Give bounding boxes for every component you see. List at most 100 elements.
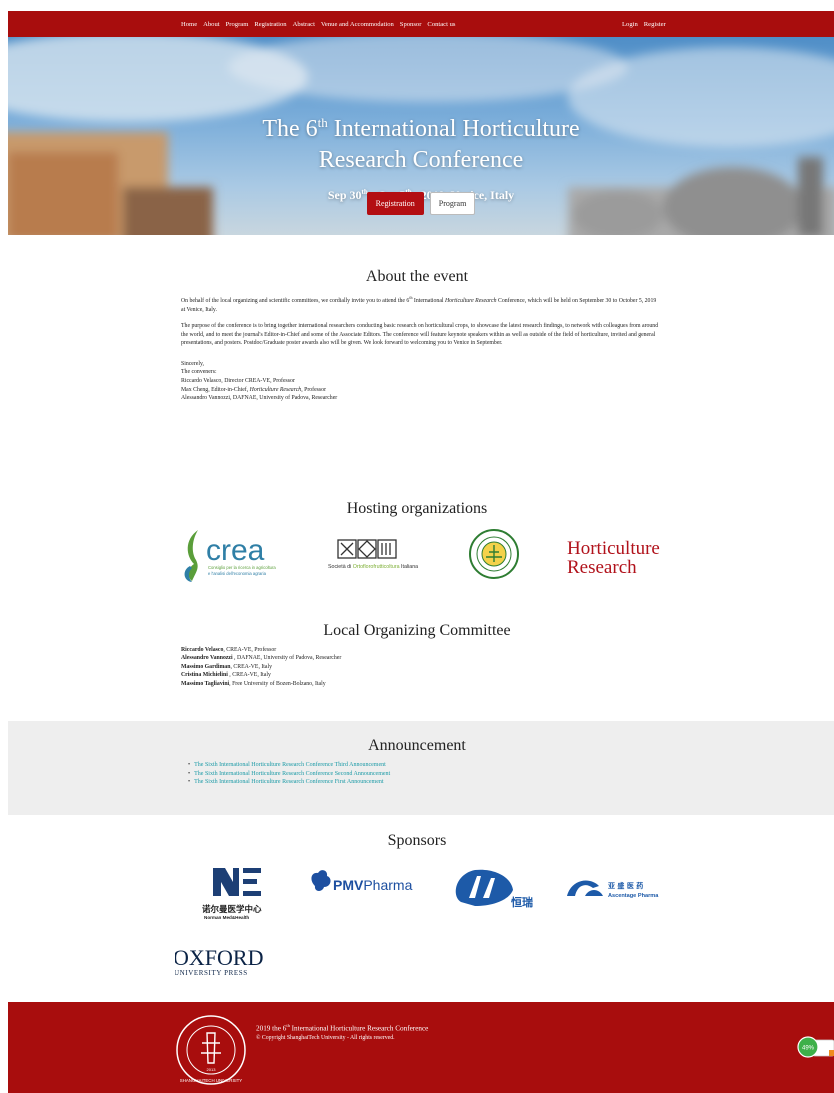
convener-3: Alessandro Vannozzi, DAFNAE, University … — [181, 395, 338, 402]
seal-tower-icon — [201, 1032, 221, 1064]
hengrui-emblem-icon — [455, 869, 513, 906]
soi-logo[interactable]: Società di Ortoflorofrutticoltura Italia… — [328, 539, 418, 570]
about-text: On behalf of the local organizing and sc… — [181, 297, 410, 304]
crea-wordmark: crea — [206, 534, 265, 567]
member-name: Cristina Michielini — [181, 672, 228, 679]
committee-member: Massimo Tagliavini, Free University of B… — [181, 680, 341, 688]
nav-sponsor[interactable]: Sponsor — [400, 21, 422, 28]
soi-caption-part: Italiana — [400, 564, 419, 570]
crea-logo[interactable]: crea Consiglio per la ricerca in agricol… — [184, 530, 277, 582]
footer-line-1: 2019 the 6th International Horticulture … — [256, 1021, 428, 1033]
about-paragraph-1: On behalf of the local organizing and sc… — [181, 294, 659, 314]
soi-glyph-icon — [340, 542, 354, 556]
ascentage-swoosh-icon — [585, 890, 603, 896]
committee-member: Massimo Gardiman, CREA-VE, Italy — [181, 663, 341, 671]
ascentage-cn-name: 亚 盛 医 药 — [608, 881, 643, 890]
hosting-title: Hosting organizations — [346, 500, 488, 517]
hero-title-part: International Horticulture — [327, 116, 580, 142]
soi-caption: Società di Ortoflorofrutticoltura Italia… — [328, 564, 418, 570]
footer — [8, 1002, 834, 1093]
crea-tagline-2: e l'analisi dell'economia agraria — [208, 571, 267, 576]
sponsors-title: Sponsors — [387, 832, 447, 849]
nav-program[interactable]: Program — [226, 21, 249, 28]
member-affiliation: , CREA-VE, Italy — [230, 663, 272, 670]
nav-login[interactable]: Login — [622, 21, 638, 28]
norman-n-icon — [213, 868, 239, 896]
member-affiliation: , CREA-VE, Professor — [223, 647, 277, 653]
journal-name: Horticulture Research — [249, 386, 302, 393]
nav-about[interactable]: About — [203, 21, 219, 28]
about-body: On behalf of the local organizing and sc… — [181, 294, 659, 411]
hosting-logos: crea Consiglio per la ricerca in agricol… — [184, 529, 660, 582]
nav-abstract[interactable]: Abstract — [293, 21, 315, 28]
soi-caption-part: Società di — [328, 564, 353, 570]
footer-text-part: 2019 the 6 — [256, 1024, 287, 1033]
hr-logo-line2: Research — [567, 557, 637, 578]
about-title: About the event — [365, 268, 469, 285]
list-item: The Sixth International Horticulture Res… — [188, 778, 390, 787]
hero-title: The 6th International Horticulture Resea… — [8, 107, 834, 176]
footer-text-part: International Horticulture Research Conf… — [289, 1024, 429, 1033]
member-affiliation: , DAFNAE, University of Padova, Research… — [232, 655, 342, 662]
announcement-title: Announcement — [368, 737, 466, 754]
convener-2-role: , Professor — [301, 386, 327, 393]
soi-glyph-icon — [358, 540, 376, 558]
pmv-wordmark-bold: PMV — [333, 877, 364, 893]
list-item: The Sixth International Horticulture Res… — [188, 761, 390, 770]
widget-label: 49% — [802, 1046, 815, 1052]
nav-registration[interactable]: Registration — [254, 21, 286, 28]
pmv-flower-icon — [311, 870, 331, 892]
committee-member: Cristina Michielini , CREA-VE, Italy — [181, 671, 341, 679]
nanjing-agricultural-university-seal[interactable] — [469, 529, 519, 579]
journal-name: Horticulture Research — [444, 297, 497, 304]
committee-member: Riccardo Velasco, CREA-VE, Professor — [181, 646, 341, 654]
widget-accent — [829, 1050, 834, 1056]
signature-line: Sincerely, — [181, 360, 204, 367]
nav-main-links: Home About Program Registration Abstract… — [181, 11, 455, 37]
about-signature: Sincerely, The conveners: Riccardo Velas… — [181, 360, 659, 403]
member-affiliation: , CREA-VE, Italy — [227, 672, 271, 679]
announcement-section — [8, 721, 834, 815]
seal-caption: SHANGHAITECH UNIVERSITY — [180, 1078, 243, 1083]
hengrui-logo[interactable]: 恒瑞 — [455, 869, 533, 909]
soi-caption-highlight: Ortoflorofrutticoltura — [353, 564, 400, 570]
norman-med-health-logo[interactable]: 诺尔曼医学中心 Norman Med&Health — [202, 868, 262, 920]
nav-register[interactable]: Register — [644, 21, 666, 28]
pmv-pharma-logo[interactable]: PMVPharma — [311, 870, 413, 893]
list-item: The Sixth International Horticulture Res… — [188, 770, 390, 779]
hr-logo-line1: Horticulture — [567, 538, 660, 559]
announcement-link-first[interactable]: The Sixth International Horticulture Res… — [194, 779, 383, 785]
footer-text: 2019 the 6th International Horticulture … — [256, 1021, 428, 1043]
hero-title-sup: th — [317, 115, 328, 130]
announcement-list: The Sixth International Horticulture Res… — [188, 761, 390, 787]
oxford-university-press-logo[interactable]: OXFORD UNIVERSITY PRESS — [175, 945, 263, 977]
announcement-link-second[interactable]: The Sixth International Horticulture Res… — [194, 771, 390, 777]
norman-en-name: Norman Med&Health — [204, 915, 249, 920]
nav-contact[interactable]: Contact us — [427, 21, 455, 28]
announcement-link-third[interactable]: The Sixth International Horticulture Res… — [194, 762, 386, 768]
nav-home[interactable]: Home — [181, 21, 197, 28]
member-name: Riccardo Velasco — [181, 647, 224, 653]
norman-e-icon — [243, 868, 261, 873]
norman-e-icon — [243, 891, 261, 896]
nav-venue[interactable]: Venue and Accommodation — [321, 21, 394, 28]
horticulture-research-logo[interactable]: Horticulture Research — [567, 538, 660, 578]
program-button[interactable]: Program — [429, 192, 476, 215]
norman-e-icon — [243, 879, 257, 884]
about-paragraph-2: The purpose of the conference is to brin… — [181, 323, 659, 347]
floating-speed-widget[interactable]: 49% — [797, 1036, 834, 1060]
about-text: International — [412, 297, 445, 304]
crea-tagline-1: Consiglio per la ricerca in agricoltura — [208, 565, 276, 570]
registration-button[interactable]: Registration — [366, 192, 424, 215]
hengrui-cn-name: 恒瑞 — [511, 895, 533, 909]
nav-account-links: Login Register — [622, 11, 666, 37]
ascentage-pharma-logo[interactable]: 亚 盛 医 药 Ascentage Pharma — [567, 880, 659, 899]
seal-year: 2013 — [207, 1067, 217, 1072]
committee-title: Local Organizing Committee — [323, 622, 511, 639]
shanghaitech-seal-icon: 2013 SHANGHAITECH UNIVERSITY — [176, 1015, 246, 1085]
norman-cn-name: 诺尔曼医学中心 — [202, 904, 262, 914]
top-navbar: Home About Program Registration Abstract… — [8, 11, 834, 37]
hero-title-part: The 6 — [262, 116, 318, 142]
member-name: Massimo Tagliavini — [181, 680, 230, 687]
oxford-subtitle: UNIVERSITY PRESS — [175, 969, 248, 977]
